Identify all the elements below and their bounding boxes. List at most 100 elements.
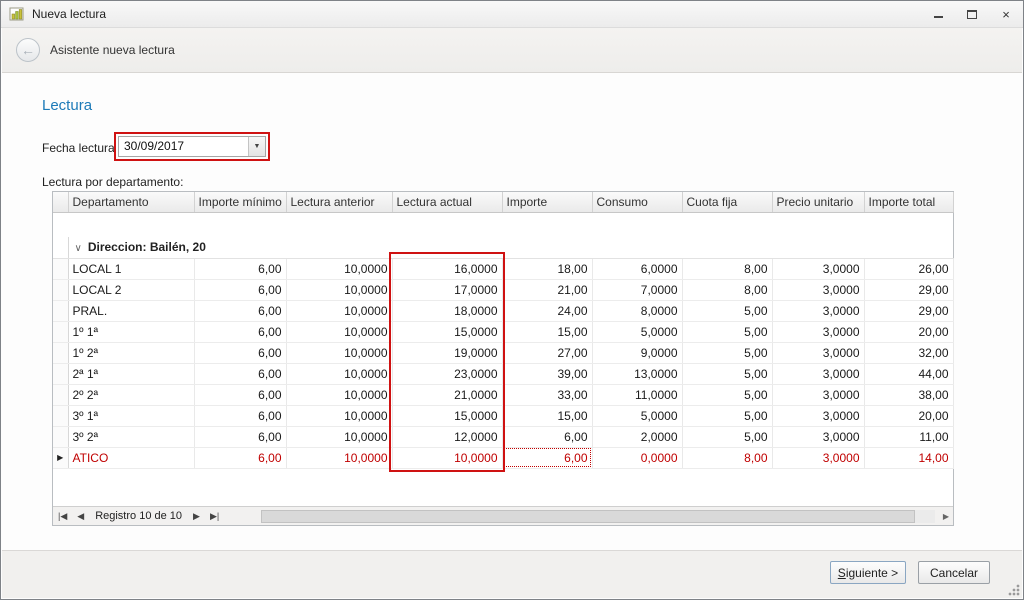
grid-cell[interactable]: 11,00 xyxy=(864,426,953,447)
grid-cell[interactable]: 11,0000 xyxy=(592,384,682,405)
column-header-importe-total[interactable]: Importe total xyxy=(864,192,953,212)
grid-cell[interactable]: 17,0000 xyxy=(392,279,502,300)
grid-cell[interactable]: 29,00 xyxy=(864,300,953,321)
grid-cell[interactable]: 8,00 xyxy=(682,258,772,279)
grid-cell[interactable]: 12,0000 xyxy=(392,426,502,447)
maximize-button[interactable] xyxy=(963,6,981,22)
grid-cell[interactable]: 6,00 xyxy=(194,258,286,279)
grid-cell[interactable]: 6,00 xyxy=(194,279,286,300)
grid-row[interactable]: 1º 1ª6,0010,000015,000015,005,00005,003,… xyxy=(53,321,953,342)
grid-cell[interactable]: 10,0000 xyxy=(286,447,392,468)
grid-cell[interactable]: 6,00 xyxy=(194,447,286,468)
grid-cell[interactable]: LOCAL 1 xyxy=(68,258,194,279)
grid-cell[interactable]: 3,0000 xyxy=(772,384,864,405)
grid-cell[interactable]: 38,00 xyxy=(864,384,953,405)
grid-cell[interactable]: 32,00 xyxy=(864,342,953,363)
grid-cell[interactable]: 6,00 xyxy=(502,447,592,468)
scroll-right-icon[interactable]: ▶ xyxy=(943,512,949,521)
next-record-button[interactable]: ▶ xyxy=(188,511,205,522)
grid-row[interactable]: 3º 2ª6,0010,000012,00006,002,00005,003,0… xyxy=(53,426,953,447)
grid-row[interactable]: ▶ATICO6,0010,000010,00006,000,00008,003,… xyxy=(53,447,953,468)
group-collapse-icon[interactable]: ∨ xyxy=(75,243,82,254)
column-header-lectura-anterior[interactable]: Lectura anterior xyxy=(286,192,392,212)
grid-cell[interactable]: 6,00 xyxy=(194,300,286,321)
grid-row[interactable]: PRAL.6,0010,000018,000024,008,00005,003,… xyxy=(53,300,953,321)
grid-cell[interactable]: 20,00 xyxy=(864,321,953,342)
grid-cell[interactable]: 3,0000 xyxy=(772,426,864,447)
grid-row[interactable]: 3º 1ª6,0010,000015,000015,005,00005,003,… xyxy=(53,405,953,426)
grid-cell[interactable]: 3º 2ª xyxy=(68,426,194,447)
grid-cell[interactable]: 15,0000 xyxy=(392,321,502,342)
grid-cell[interactable]: 27,00 xyxy=(502,342,592,363)
grid-cell[interactable]: 39,00 xyxy=(502,363,592,384)
grid-cell[interactable]: 10,0000 xyxy=(392,447,502,468)
grid-cell[interactable]: 15,0000 xyxy=(392,405,502,426)
siguiente-button[interactable]: Siguiente > xyxy=(830,561,906,584)
grid-row[interactable]: 1º 2ª6,0010,000019,000027,009,00005,003,… xyxy=(53,342,953,363)
grid-cell[interactable]: 0,0000 xyxy=(592,447,682,468)
horizontal-scrollbar[interactable] xyxy=(261,510,935,523)
grid-cell[interactable]: 3,0000 xyxy=(772,279,864,300)
grid-cell[interactable]: 9,0000 xyxy=(592,342,682,363)
grid-cell[interactable]: 5,00 xyxy=(682,384,772,405)
grid-cell[interactable]: 2ª 1ª xyxy=(68,363,194,384)
grid-cell[interactable]: 18,00 xyxy=(502,258,592,279)
grid-cell[interactable]: 6,00 xyxy=(194,342,286,363)
grid-cell[interactable]: 6,00 xyxy=(194,384,286,405)
grid-cell[interactable]: 1º 1ª xyxy=(68,321,194,342)
grid-cell[interactable]: 10,0000 xyxy=(286,342,392,363)
grid-cell[interactable]: 5,00 xyxy=(682,342,772,363)
grid-cell[interactable]: 10,0000 xyxy=(286,321,392,342)
combo-dropdown-button[interactable]: ▼ xyxy=(248,137,265,156)
grid-cell[interactable]: 10,0000 xyxy=(286,363,392,384)
grid-cell[interactable]: 3,0000 xyxy=(772,258,864,279)
grid-cell[interactable]: 8,0000 xyxy=(592,300,682,321)
grid-cell[interactable]: 10,0000 xyxy=(286,300,392,321)
grid-cell[interactable]: 5,00 xyxy=(682,300,772,321)
grid-cell[interactable]: 6,00 xyxy=(502,426,592,447)
last-record-button[interactable]: ▶| xyxy=(205,511,224,522)
grid-cell[interactable]: 3º 1ª xyxy=(68,405,194,426)
grid-cell[interactable]: PRAL. xyxy=(68,300,194,321)
grid-cell[interactable]: 21,0000 xyxy=(392,384,502,405)
grid-cell[interactable]: 20,00 xyxy=(864,405,953,426)
group-row[interactable]: ∨Direccion: Bailén, 20 xyxy=(53,237,953,258)
grid-cell[interactable]: 5,00 xyxy=(682,321,772,342)
grid-cell[interactable]: 5,0000 xyxy=(592,405,682,426)
prev-record-button[interactable]: ◀ xyxy=(72,511,89,522)
column-header-cuota-fija[interactable]: Cuota fija xyxy=(682,192,772,212)
grid-cell[interactable]: 6,0000 xyxy=(592,258,682,279)
grid-cell[interactable]: 3,0000 xyxy=(772,447,864,468)
cancelar-button[interactable]: Cancelar xyxy=(918,561,990,584)
grid-cell[interactable]: 3,0000 xyxy=(772,363,864,384)
grid-cell[interactable]: 5,00 xyxy=(682,405,772,426)
grid-cell[interactable]: 15,00 xyxy=(502,321,592,342)
column-header-lectura-actual[interactable]: Lectura actual xyxy=(392,192,502,212)
scrollbar-thumb[interactable] xyxy=(261,510,915,523)
grid-row[interactable]: LOCAL 16,0010,000016,000018,006,00008,00… xyxy=(53,258,953,279)
grid-row[interactable]: LOCAL 26,0010,000017,000021,007,00008,00… xyxy=(53,279,953,300)
grid-cell[interactable]: 10,0000 xyxy=(286,405,392,426)
grid-cell[interactable]: 6,00 xyxy=(194,321,286,342)
grid-cell[interactable]: 24,00 xyxy=(502,300,592,321)
grid-cell[interactable]: 13,0000 xyxy=(592,363,682,384)
column-header-consumo[interactable]: Consumo xyxy=(592,192,682,212)
fecha-lectura-combobox[interactable]: 30/09/2017 ▼ xyxy=(118,136,266,157)
grid-cell[interactable]: 5,00 xyxy=(682,363,772,384)
minimize-button[interactable] xyxy=(929,6,947,22)
grid-row[interactable]: 2ª 1ª6,0010,000023,000039,0013,00005,003… xyxy=(53,363,953,384)
column-header-precio-unitario[interactable]: Precio unitario xyxy=(772,192,864,212)
grid-cell[interactable]: 19,0000 xyxy=(392,342,502,363)
grid-cell[interactable]: 23,0000 xyxy=(392,363,502,384)
column-header-importe[interactable]: Importe xyxy=(502,192,592,212)
grid-cell[interactable]: 33,00 xyxy=(502,384,592,405)
grid-cell[interactable]: ATICO xyxy=(68,447,194,468)
grid-cell[interactable]: 21,00 xyxy=(502,279,592,300)
back-button[interactable]: ← xyxy=(16,38,40,62)
grid-cell[interactable]: 3,0000 xyxy=(772,405,864,426)
grid-cell[interactable]: 14,00 xyxy=(864,447,953,468)
grid-cell[interactable]: 6,00 xyxy=(194,426,286,447)
grid-cell[interactable]: 5,00 xyxy=(682,426,772,447)
grid-cell[interactable]: 26,00 xyxy=(864,258,953,279)
grid-row[interactable]: 2º 2ª6,0010,000021,000033,0011,00005,003… xyxy=(53,384,953,405)
